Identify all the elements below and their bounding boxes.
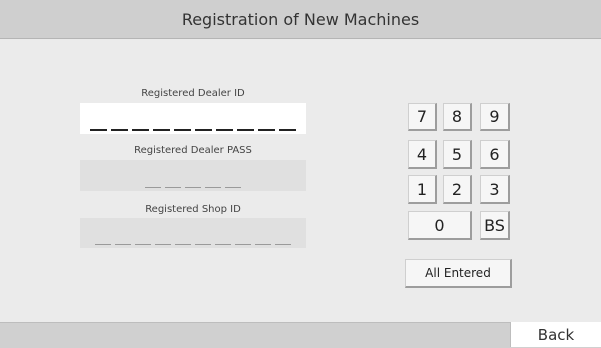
digit-placeholder bbox=[95, 244, 111, 245]
backspace-key[interactable]: BS bbox=[480, 211, 510, 240]
digit-placeholder bbox=[279, 129, 296, 131]
key-2[interactable]: 2 bbox=[443, 175, 472, 204]
digit-placeholder bbox=[258, 129, 275, 131]
key-9[interactable]: 9 bbox=[480, 103, 510, 131]
digit-placeholder bbox=[237, 129, 254, 131]
digit-placeholder bbox=[235, 244, 251, 245]
dealer-id-field[interactable] bbox=[80, 103, 306, 134]
key-1[interactable]: 1 bbox=[408, 175, 437, 204]
key-0[interactable]: 0 bbox=[408, 211, 472, 240]
key-6[interactable]: 6 bbox=[480, 140, 510, 169]
all-entered-button[interactable]: All Entered bbox=[405, 259, 512, 288]
dealer-pass-field[interactable] bbox=[80, 160, 306, 191]
digit-placeholder bbox=[215, 244, 231, 245]
shop-id-label: Registered Shop ID bbox=[145, 204, 241, 215]
digit-placeholder bbox=[111, 129, 128, 131]
digit-placeholder bbox=[216, 129, 233, 131]
digit-placeholder bbox=[185, 187, 201, 188]
digit-placeholder bbox=[195, 244, 211, 245]
back-button-label: Back bbox=[537, 325, 575, 344]
digit-placeholder bbox=[165, 187, 181, 188]
digit-placeholder bbox=[145, 187, 161, 188]
digit-placeholder bbox=[115, 244, 131, 245]
key-4[interactable]: 4 bbox=[408, 140, 437, 169]
title-bar: Registration of New Machines bbox=[0, 0, 601, 39]
dealer-pass-label: Registered Dealer PASS bbox=[134, 145, 252, 156]
digit-placeholder bbox=[225, 187, 241, 188]
digit-placeholder bbox=[90, 129, 107, 131]
digit-placeholder bbox=[153, 129, 170, 131]
digit-placeholder bbox=[205, 187, 221, 188]
digit-placeholder bbox=[135, 244, 151, 245]
key-3[interactable]: 3 bbox=[480, 175, 510, 204]
shop-id-field[interactable] bbox=[80, 218, 306, 248]
digit-placeholder bbox=[132, 129, 149, 131]
digit-placeholder bbox=[175, 244, 191, 245]
key-5[interactable]: 5 bbox=[443, 140, 472, 169]
digit-placeholder bbox=[155, 244, 171, 245]
digit-placeholder bbox=[195, 129, 212, 131]
key-7[interactable]: 7 bbox=[408, 103, 437, 131]
page-title: Registration of New Machines bbox=[181, 9, 420, 29]
digit-placeholder bbox=[275, 244, 291, 245]
back-button[interactable]: Back bbox=[510, 322, 601, 347]
digit-placeholder bbox=[174, 129, 191, 131]
dealer-id-label: Registered Dealer ID bbox=[141, 88, 245, 99]
key-8[interactable]: 8 bbox=[443, 103, 472, 131]
digit-placeholder bbox=[255, 244, 271, 245]
